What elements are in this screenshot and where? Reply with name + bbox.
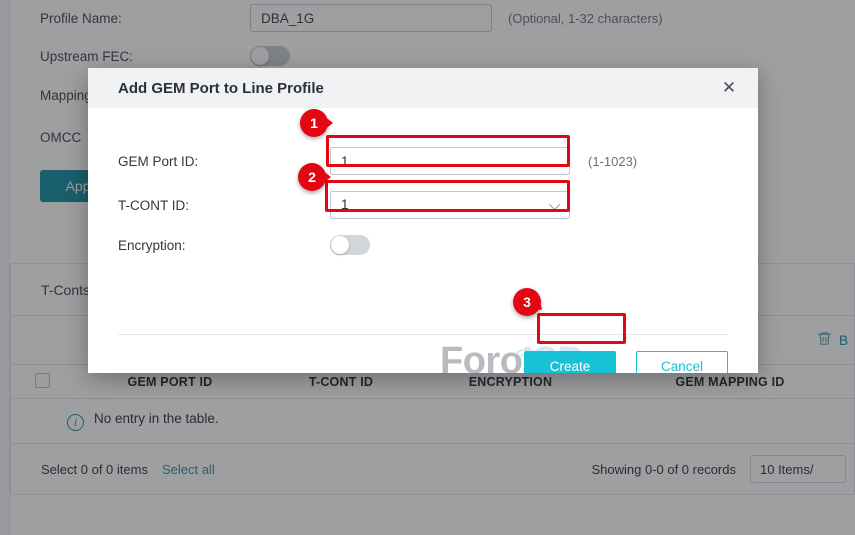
dialog-divider bbox=[118, 334, 728, 335]
create-button[interactable]: Create bbox=[524, 351, 616, 373]
chevron-down-icon bbox=[549, 199, 560, 210]
tcont-id-label: T-CONT ID: bbox=[118, 198, 330, 213]
dialog-title: Add GEM Port to Line Profile bbox=[118, 80, 716, 97]
gem-port-id-hint: (1-1023) bbox=[588, 154, 637, 169]
add-gem-port-dialog: Add GEM Port to Line Profile ✕ GEM Port … bbox=[88, 68, 758, 373]
tcont-id-value: 1 bbox=[341, 192, 349, 218]
screen: Profile Name: (Optional, 1-32 characters… bbox=[0, 0, 855, 535]
encryption-label: Encryption: bbox=[118, 238, 330, 253]
gem-port-id-label: GEM Port ID: bbox=[118, 154, 330, 169]
close-icon[interactable]: ✕ bbox=[716, 75, 742, 101]
dialog-header: Add GEM Port to Line Profile ✕ bbox=[88, 68, 758, 108]
antenna-icon bbox=[513, 329, 539, 345]
tcont-id-select[interactable]: 1 bbox=[330, 191, 570, 219]
toggle-knob bbox=[331, 236, 349, 254]
field-encryption: Encryption: bbox=[118, 235, 370, 255]
annotation-tail-2 bbox=[322, 170, 331, 184]
field-tcont-id: T-CONT ID: 1 bbox=[118, 191, 570, 219]
cancel-button[interactable]: Cancel bbox=[636, 351, 728, 373]
annotation-tail-1 bbox=[324, 116, 333, 130]
gem-port-id-input[interactable] bbox=[330, 147, 570, 175]
dialog-body: GEM Port ID: (1-1023) T-CONT ID: 1 Encry… bbox=[88, 108, 758, 373]
dialog-actions: Create Cancel bbox=[88, 351, 758, 373]
field-gem-port-id: GEM Port ID: (1-1023) bbox=[118, 147, 637, 175]
encryption-toggle[interactable] bbox=[330, 235, 370, 255]
